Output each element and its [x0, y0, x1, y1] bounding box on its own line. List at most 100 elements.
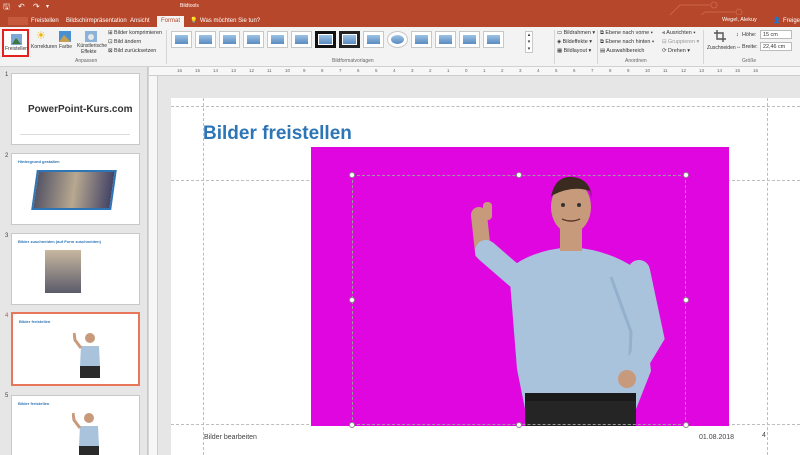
resize-handle-left[interactable] [349, 297, 355, 303]
tab-freistellen[interactable]: Freistellen [31, 16, 59, 27]
thumbnail-image [45, 250, 81, 293]
resize-handle-top-right[interactable] [683, 172, 689, 178]
slide-thumbnail-3[interactable]: Bilder zuschneiden (auf Form zuschneiden… [11, 233, 140, 305]
layout-guide [203, 98, 204, 455]
thumbnail-title: Bilder freistellen [18, 401, 50, 406]
gruppieren-button[interactable]: ⊟ Gruppieren ▾ [662, 39, 699, 45]
bild-aendern-label: Bild ändern [114, 39, 142, 45]
freistellen-button[interactable]: Freistellen [2, 29, 29, 57]
resize-handle-top-left[interactable] [349, 172, 355, 178]
slide-thumbnail-5[interactable]: Bilder freistellen [11, 395, 140, 455]
farbe-button[interactable]: Farbe [57, 29, 74, 57]
ribbon: Freistellen ☀ Korrekturen Farbe Künstler… [0, 27, 800, 67]
ruler-tick-label: 15 [195, 68, 201, 73]
resize-handle-bottom-right[interactable] [683, 422, 689, 428]
ebene-nach-hinten-button[interactable]: ⧉ Ebene nach hinten ▾ [600, 39, 654, 46]
slide-number-field[interactable]: 4 [762, 432, 766, 439]
drehen-label: Drehen [668, 48, 686, 54]
picture-style-4[interactable] [243, 31, 264, 48]
hoehe-input[interactable]: 15 cm [760, 30, 792, 39]
layout-guide [171, 106, 800, 107]
ruler-tick-label: 2 [429, 68, 432, 73]
customize-quick-access-icon[interactable]: ▾ [46, 2, 49, 12]
picture-style-1[interactable] [171, 31, 192, 48]
bildlayout-label: Bildlayout [563, 48, 587, 54]
slide-date[interactable]: 01.08.2018 [699, 434, 734, 441]
tab-ansicht[interactable]: Ansicht [130, 16, 150, 27]
picture-style-9[interactable] [363, 31, 384, 48]
width-icon: ↔ [736, 44, 742, 50]
ruler-tick-label: 5 [555, 68, 558, 73]
user-name[interactable]: Wegel, Alekuy [722, 17, 757, 23]
picture-style-2[interactable] [195, 31, 216, 48]
slide-title[interactable]: Bilder freistellen [203, 123, 352, 145]
zuschneiden-button[interactable]: Zuschneiden [706, 29, 736, 57]
ausrichten-button[interactable]: ⫷ Ausrichten ▾ [662, 30, 695, 37]
slide-thumbnail-pane: 1 PowerPoint-Kurs.com 2 Hintergrund gest… [0, 67, 148, 455]
picture-style-11[interactable] [411, 31, 432, 48]
save-icon[interactable]: 🖫 [3, 2, 10, 12]
ruler-tick-label: 16 [753, 68, 759, 73]
picture-style-7[interactable] [315, 31, 336, 48]
thumbnail-logo-text: PowerPoint-Kurs.com [28, 104, 133, 115]
ebene-nach-vorne-button[interactable]: ⧉ Ebene nach vorne ▾ [600, 30, 653, 37]
ruler-tick-label: 9 [627, 68, 630, 73]
bildlayout-button[interactable]: ▦ Bildlayout ▾ [557, 48, 591, 54]
share-button[interactable]: Freigeb [783, 16, 800, 27]
bildeffekte-label: Bildeffekte [562, 39, 588, 45]
undo-icon[interactable]: ↶ [18, 2, 25, 12]
breite-input[interactable]: 22,46 cm [760, 42, 792, 51]
bild-zuruecksetzen-button[interactable]: ⊠ Bild zurücksetzen [108, 48, 156, 54]
sun-icon: ☀ [36, 30, 46, 42]
group-groesse-label: Größe [742, 58, 757, 64]
slide-number: 5 [5, 393, 9, 399]
resize-handle-bottom-left[interactable] [349, 422, 355, 428]
picture-style-12[interactable] [435, 31, 456, 48]
bildrahmen-button[interactable]: ▭ Bildrahmen ▾ [557, 30, 595, 36]
resize-handle-top[interactable] [516, 172, 522, 178]
vertical-ruler [149, 76, 158, 455]
ruler-tick-label: 3 [411, 68, 414, 73]
ribbon-tabs: Freistellen Bildschirmpräsentation Ansic… [0, 15, 800, 27]
picture-style-3[interactable] [219, 31, 240, 48]
group-anpassen-label: Anpassen [75, 58, 98, 64]
auswahlbereich-button[interactable]: ▤ Auswahlbereich [600, 48, 644, 54]
bildrahmen-label: Bildrahmen [563, 30, 591, 36]
slide-thumbnail-1[interactable]: PowerPoint-Kurs.com [11, 73, 140, 145]
horizontal-ruler: 16 15 14 13 12 11 10 9 8 7 6 5 4 3 2 1 0 1 2 3 4 5 6 7 8 9 10 11 12 1… [149, 67, 800, 76]
title-bar: 🖫 ↶ ↷ ▾ Bildtools Wegel, Alekuy [0, 0, 800, 26]
tell-me-search[interactable]: Was möchten Sie tun? [200, 16, 260, 27]
picture-style-6[interactable] [291, 31, 312, 48]
kuenstlerische-effekte-button[interactable]: Künstlerische Effekte [77, 29, 107, 57]
picture-style-5[interactable] [267, 31, 288, 48]
slide-thumbnail-4[interactable]: Bilder freistellen [11, 312, 140, 386]
ruler-tick-label: 10 [285, 68, 291, 73]
slide-canvas[interactable]: Bilder freistellen Bilder bearbeiten 01.… [171, 98, 800, 455]
redo-icon[interactable]: ↷ [33, 2, 40, 12]
resize-handle-right[interactable] [683, 297, 689, 303]
resize-handle-bottom[interactable] [516, 422, 522, 428]
bilder-komprimieren-button[interactable]: ⊞ Bilder komprimieren [108, 30, 162, 36]
bildeffekte-button[interactable]: ◈ Bildeffekte ▾ [557, 39, 592, 45]
separator [597, 30, 598, 64]
file-tab[interactable] [8, 17, 28, 25]
picture-style-8[interactable] [339, 31, 360, 48]
korrekturen-button[interactable]: ☀ Korrekturen [31, 29, 57, 57]
picture-style-10[interactable] [387, 31, 408, 48]
ruler-tick-label: 13 [231, 68, 237, 73]
drehen-button[interactable]: ⟳ Drehen ▾ [662, 48, 690, 54]
ruler-tick-label: 16 [177, 68, 183, 73]
picture-style-14[interactable] [483, 31, 504, 48]
kuenstlerische-label-2: Effekte [81, 49, 97, 55]
ruler-tick-label: 14 [213, 68, 219, 73]
gallery-scroll[interactable]: ▴ ▾ ▾ [525, 31, 533, 53]
bild-aendern-button[interactable]: ⊡ Bild ändern [108, 39, 141, 45]
slide-thumbnail-2[interactable]: Hintergrund gestalten [11, 153, 140, 225]
slide-footer[interactable]: Bilder bearbeiten [204, 434, 257, 441]
picture-style-13[interactable] [459, 31, 480, 48]
tab-bildschirmpraesentation[interactable]: Bildschirmpräsentation [66, 16, 127, 27]
slide-editor: 16 15 14 13 12 11 10 9 8 7 6 5 4 3 2 1 0 1 2 3 4 5 6 7 8 9 10 11 12 1… [149, 67, 800, 455]
tab-format[interactable]: Format [157, 16, 185, 27]
layout-guide [767, 98, 768, 455]
ruler-tick-label: 6 [357, 68, 360, 73]
